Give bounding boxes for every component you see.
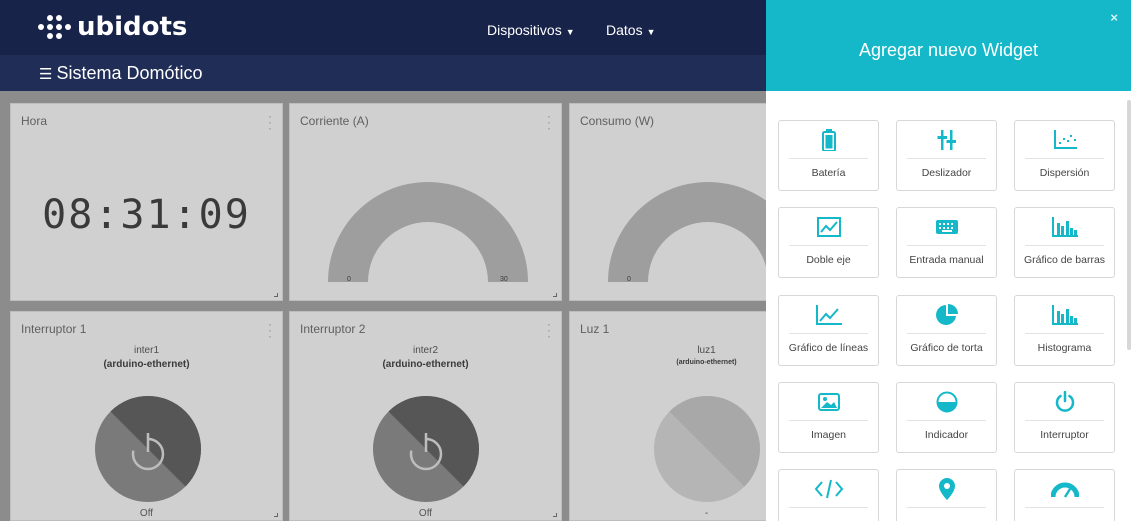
resize-handle-icon[interactable] xyxy=(553,293,557,297)
widget-option-gauge[interactable] xyxy=(1014,469,1115,521)
widget-option-grafico-de-lineas[interactable]: Gráfico de líneas xyxy=(778,295,879,366)
panel-scrollbar[interactable] xyxy=(1127,100,1131,350)
add-widget-panel: Agregar nuevo Widget × Batería Deslizado… xyxy=(766,0,1131,521)
widget-option-entrada-manual[interactable]: Entrada manual xyxy=(896,207,997,278)
ubidots-dashboard: ubidots Dispositivos ▼ Datos ▼ ☰ Sistema Do… xyxy=(0,0,1131,521)
image-icon xyxy=(779,389,878,415)
widget-option-grafico-de-torta[interactable]: Gráfico de torta xyxy=(896,295,997,366)
widget-consumo[interactable]: Consumo (W) 0 xyxy=(569,103,767,301)
resize-handle-icon[interactable] xyxy=(274,513,278,517)
nav-dispositivos-label: Dispositivos xyxy=(487,22,562,38)
widget-grid: Hora · · · 08:31:09 Corriente (A) · · · 0 30… xyxy=(0,91,767,521)
widget-interruptor-2[interactable]: Interruptor 2 · · · inter2 (arduino-ethern… xyxy=(289,311,562,521)
close-icon[interactable]: × xyxy=(1110,10,1118,25)
bar-chart-icon xyxy=(1015,214,1114,240)
power-switch-button[interactable] xyxy=(373,396,479,502)
switch-state: Off xyxy=(139,508,154,519)
widget-title: Interruptor 2 xyxy=(300,322,366,336)
widget-option-grafico-de-barras[interactable]: Gráfico de barras xyxy=(1014,207,1115,278)
pie-chart-icon xyxy=(897,302,996,328)
indicator-icon xyxy=(897,389,996,415)
widget-corriente[interactable]: Corriente (A) · · · 0 30 xyxy=(289,103,562,301)
power-icon xyxy=(1015,389,1114,415)
caret-down-icon: ▼ xyxy=(565,27,575,37)
battery-icon xyxy=(779,127,878,153)
widget-option-doble-eje[interactable]: Doble eje xyxy=(778,207,879,278)
device-name: (arduino-ethernet) xyxy=(103,359,190,370)
gauge-min-label: 0 xyxy=(627,276,631,283)
line-chart-icon xyxy=(779,302,878,328)
widget-option-label: Batería xyxy=(811,167,846,179)
gauge-icon xyxy=(1015,476,1114,502)
nav-datos[interactable]: Datos ▼ xyxy=(606,22,656,38)
widget-option-label: Gráfico de líneas xyxy=(788,342,869,354)
widget-option-label: Interruptor xyxy=(1040,429,1089,441)
gauge-min-label: 0 xyxy=(347,276,351,283)
widget-title: Corriente (A) xyxy=(300,114,369,128)
widget-option-label: Gráfico de torta xyxy=(910,342,983,354)
histogram-icon xyxy=(1015,302,1114,328)
slider-icon xyxy=(897,127,996,153)
widget-option-label: Deslizador xyxy=(921,167,972,179)
code-icon xyxy=(779,476,878,502)
dashboard-selector[interactable]: ☰ Sistema Domótico xyxy=(0,55,766,91)
indicator-light xyxy=(654,396,760,502)
switch-state: Off xyxy=(418,508,433,519)
widget-title: Hora xyxy=(21,114,48,128)
widget-options-icon[interactable]: · · · xyxy=(547,318,551,342)
widget-option-indicador[interactable]: Indicador xyxy=(896,382,997,453)
nav-dispositivos[interactable]: Dispositivos ▼ xyxy=(487,22,575,38)
ubidots-logo[interactable]: ubidots xyxy=(38,12,187,42)
clock-value: 08:31:09 xyxy=(42,192,251,238)
resize-handle-icon[interactable] xyxy=(553,513,557,517)
gauge-max-label: 30 xyxy=(500,276,508,283)
widget-luz-1[interactable]: Luz 1 luz1 (arduino-ethernet) - xyxy=(569,311,766,521)
scatter-icon xyxy=(1015,127,1114,153)
widget-option-label: Doble eje xyxy=(806,254,851,266)
widget-option-mapa[interactable] xyxy=(896,469,997,521)
device-name: (arduino-ethernet) xyxy=(382,359,469,370)
widget-option-imagen[interactable]: Imagen xyxy=(778,382,879,453)
keyboard-icon xyxy=(897,214,996,240)
widget-option-deslizador[interactable]: Deslizador xyxy=(896,120,997,191)
map-pin-icon xyxy=(897,476,996,502)
double-axis-icon xyxy=(779,214,878,240)
widget-title: Interruptor 1 xyxy=(21,322,87,336)
widget-option-dispersion[interactable]: Dispersión xyxy=(1014,120,1115,191)
widget-option-html[interactable] xyxy=(778,469,879,521)
widget-option-interruptor[interactable]: Interruptor xyxy=(1014,382,1115,453)
variable-name: inter1 xyxy=(133,345,159,356)
widget-interruptor-1[interactable]: Interruptor 1 · · · inter1 (arduino-ethern… xyxy=(10,311,283,521)
widget-options-icon[interactable]: · · · xyxy=(547,110,551,134)
widget-option-label: Histograma xyxy=(1037,342,1092,354)
widget-option-label: Indicador xyxy=(924,429,969,441)
widget-option-label: Entrada manual xyxy=(909,254,984,266)
power-switch-button[interactable] xyxy=(95,396,201,502)
widget-options-icon[interactable]: · · · xyxy=(268,110,272,134)
dashboard-title: Sistema Domótico xyxy=(56,63,203,83)
widget-title: Luz 1 xyxy=(580,322,610,336)
gauge-chart xyxy=(328,182,528,282)
hamburger-menu-icon[interactable]: ☰ xyxy=(39,66,52,83)
caret-down-icon: ▼ xyxy=(646,27,656,37)
widget-hora[interactable]: Hora · · · 08:31:09 xyxy=(10,103,283,301)
panel-header: Agregar nuevo Widget × xyxy=(766,0,1131,91)
variable-name: inter2 xyxy=(412,345,438,356)
widget-title: Consumo (W) xyxy=(580,114,655,128)
panel-title: Agregar nuevo Widget xyxy=(858,40,1039,60)
logo-text: ubidots xyxy=(77,12,188,42)
resize-handle-icon[interactable] xyxy=(274,293,278,297)
widget-option-label: Dispersión xyxy=(1039,167,1090,179)
widget-options-icon[interactable]: · · · xyxy=(268,318,272,342)
widget-option-label: Imagen xyxy=(810,429,847,441)
widget-option-label: Gráfico de barras xyxy=(1023,254,1106,266)
widget-option-histograma[interactable]: Histograma xyxy=(1014,295,1115,366)
nav-datos-label: Datos xyxy=(606,22,643,38)
logo-dots-icon xyxy=(38,15,71,39)
gauge-chart xyxy=(608,182,767,282)
widget-option-bateria[interactable]: Batería xyxy=(778,120,879,191)
